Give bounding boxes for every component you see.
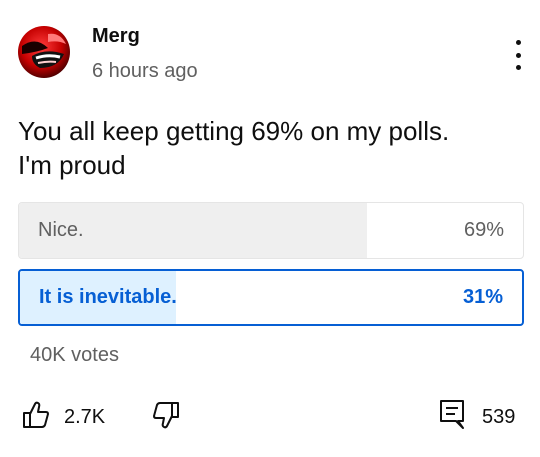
comments-button[interactable]: 539 [438, 398, 515, 435]
post-text-line: I'm proud [18, 150, 126, 180]
comment-count: 539 [482, 406, 516, 428]
author-name[interactable]: Merg [92, 25, 140, 48]
comment-icon [438, 398, 466, 435]
post-text: You all keep getting 69% on my polls. I'… [18, 114, 528, 182]
vote-count: 40K votes [30, 344, 119, 366]
poll-option-inevitable[interactable]: It is inevitable. 31% [18, 269, 524, 326]
poll-option-label: It is inevitable. [39, 286, 177, 308]
like-count: 2.7K [64, 406, 106, 428]
thumbs-down-icon [152, 400, 180, 435]
poll-option-nice[interactable]: Nice. 69% [18, 202, 524, 259]
poll-option-percent: 31% [462, 286, 503, 308]
dislike-button[interactable] [152, 400, 180, 435]
poll-option-label: Nice. [38, 219, 84, 241]
thumbs-up-icon [22, 400, 50, 435]
post-time: 6 hours ago [92, 60, 198, 82]
more-vert-icon[interactable] [509, 40, 527, 70]
like-button[interactable]: 2.7K [22, 400, 105, 435]
avatar[interactable] [18, 26, 70, 78]
post-text-line: You all keep getting 69% on my polls. [18, 116, 450, 146]
poll-option-percent: 69% [463, 219, 504, 241]
